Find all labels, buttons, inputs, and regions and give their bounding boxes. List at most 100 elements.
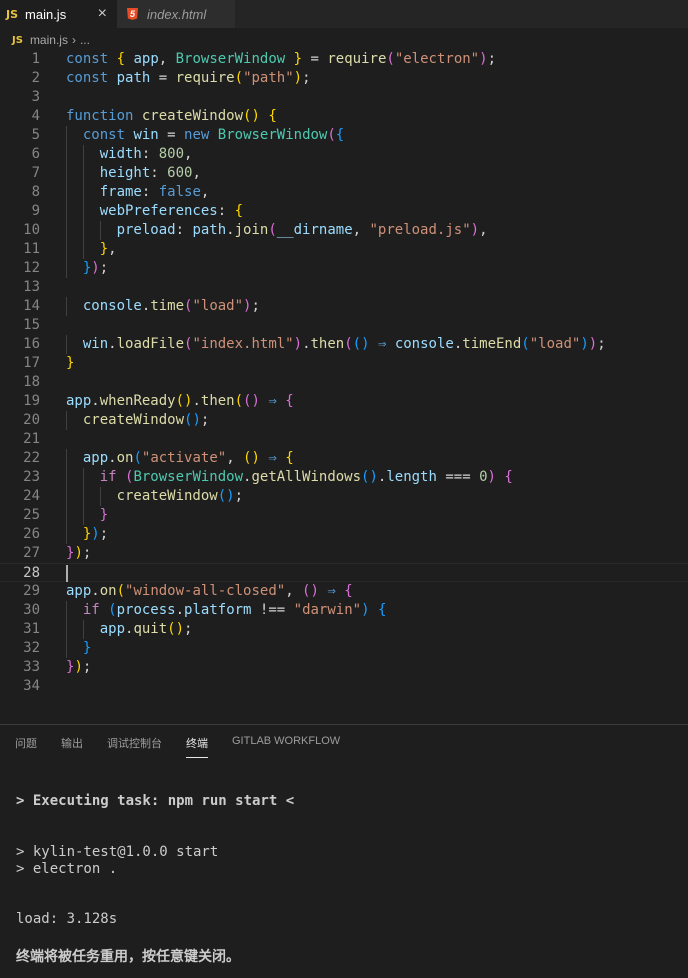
code-token: then <box>200 393 235 409</box>
editor-tab-bar: JS main.js × 5 index.html <box>0 0 688 28</box>
code-text: app.whenReady().then(() ⇒ { <box>66 392 294 411</box>
code-token: , <box>200 184 210 200</box>
code-token: ( <box>234 70 244 86</box>
tab-gitlab-workflow[interactable]: GITLAB WORKFLOW <box>232 735 340 758</box>
code-token: , <box>479 222 488 238</box>
line-number: 14 <box>23 298 40 314</box>
code-token: ) <box>487 469 496 485</box>
breadcrumb-file[interactable]: main.js <box>30 33 68 47</box>
code-line[interactable]: 33}); <box>0 658 688 677</box>
code-line[interactable]: 11 }, <box>0 240 688 259</box>
code-line[interactable]: 12 }); <box>0 259 688 278</box>
code-token: () <box>243 108 260 124</box>
close-icon[interactable]: × <box>98 6 107 22</box>
code-token: then <box>310 336 345 352</box>
code-token: { <box>234 203 244 219</box>
code-token: : <box>141 184 159 200</box>
code-token: () <box>243 393 260 409</box>
code-editor[interactable]: 1 const { app, BrowserWindow } = require(… <box>0 50 688 696</box>
tab-terminal[interactable]: 终端 <box>186 735 208 758</box>
code-text: frame: false, <box>66 183 210 202</box>
line-number: 15 <box>23 317 40 333</box>
tab-debug-console[interactable]: 调试控制台 <box>107 735 162 758</box>
code-line[interactable]: 19 app.whenReady().then(() ⇒ { <box>0 392 688 411</box>
code-line[interactable]: 14 console.time("load"); <box>0 297 688 316</box>
code-line[interactable]: 20 createWindow(); <box>0 411 688 430</box>
code-token: ⇒ <box>327 583 336 599</box>
code-token: console <box>82 298 142 314</box>
code-line[interactable]: 7 height: 600, <box>0 164 688 183</box>
code-line[interactable]: 24 createWindow(); <box>0 487 688 506</box>
code-line[interactable]: 2 const path = require("path"); <box>0 69 688 88</box>
code-line[interactable]: 34 <box>0 677 688 696</box>
code-token: ( <box>268 222 277 238</box>
line-number: 6 <box>31 146 40 162</box>
code-token: createWindow <box>82 412 185 428</box>
code-token: "preload.js" <box>369 222 471 238</box>
code-line[interactable]: 25 } <box>0 506 688 525</box>
code-line[interactable]: 13 <box>0 278 688 297</box>
line-number: 2 <box>31 70 40 86</box>
code-line[interactable]: 26 }); <box>0 525 688 544</box>
code-token: ) <box>74 545 83 561</box>
code-token: app <box>82 450 109 466</box>
code-line[interactable]: 16 win.loadFile("index.html").then(() ⇒ … <box>0 335 688 354</box>
code-line[interactable]: 31 app.quit(); <box>0 620 688 639</box>
code-token: ; <box>487 51 496 67</box>
code-token: { <box>116 51 126 67</box>
code-line[interactable]: 5 const win = new BrowserWindow({ <box>0 126 688 145</box>
breadcrumb-symbols[interactable]: ... <box>80 33 90 47</box>
code-line[interactable]: 32 } <box>0 639 688 658</box>
code-line[interactable]: 28 <box>0 563 688 582</box>
tab-label: index.html <box>147 6 207 22</box>
code-line[interactable]: 23 if (BrowserWindow.getAllWindows().len… <box>0 468 688 487</box>
code-line[interactable]: 9 webPreferences: { <box>0 202 688 221</box>
code-line[interactable]: 3 <box>0 88 688 107</box>
code-line[interactable]: 8 frame: false, <box>0 183 688 202</box>
code-line[interactable]: 4 function createWindow() { <box>0 107 688 126</box>
code-token: length <box>386 469 437 485</box>
code-text: preload: path.join(__dirname, "preload.j… <box>66 221 488 240</box>
code-token: require <box>175 70 235 86</box>
code-line[interactable]: 27}); <box>0 544 688 563</box>
tab-problems[interactable]: 问题 <box>15 735 37 758</box>
terminal-task-line: > Executing task: npm run start < <box>16 793 295 809</box>
code-line[interactable]: 29 app.on("window-all-closed", () ⇒ { <box>0 582 688 601</box>
code-token: preload <box>116 222 176 238</box>
code-token: time <box>150 298 185 314</box>
code-token: ) <box>470 222 480 238</box>
tab-index-html[interactable]: 5 index.html <box>117 0 235 28</box>
tab-main-js[interactable]: JS main.js × <box>0 0 117 28</box>
code-line[interactable]: 22 app.on("activate", () ⇒ { <box>0 449 688 468</box>
code-line[interactable]: 17} <box>0 354 688 373</box>
code-text: const path = require("path"); <box>66 69 311 88</box>
code-line[interactable]: 30 if (process.platform !== "darwin") { <box>0 601 688 620</box>
code-line[interactable]: 10 preload: path.join(__dirname, "preloa… <box>0 221 688 240</box>
code-line[interactable]: 1 const { app, BrowserWindow } = require(… <box>0 50 688 69</box>
code-token: ; <box>82 545 92 561</box>
code-line[interactable]: 6 width: 800, <box>0 145 688 164</box>
code-token: webPreferences <box>99 203 218 219</box>
tab-output[interactable]: 输出 <box>61 735 83 758</box>
code-line[interactable]: 18 <box>0 373 688 392</box>
line-number: 29 <box>23 583 40 599</box>
text-cursor <box>66 565 68 582</box>
code-token: ; <box>184 621 193 637</box>
code-token: BrowserWindow <box>133 469 244 485</box>
code-text: } <box>66 506 108 525</box>
terminal-reuse-message: 终端将被任务重用，按任意键关闭。 <box>16 949 240 965</box>
code-token: createWindow <box>116 488 218 504</box>
line-number: 12 <box>23 260 40 276</box>
code-line[interactable]: 15 <box>0 316 688 335</box>
code-line[interactable]: 21 <box>0 430 688 449</box>
terminal-output-line: > kylin-test@1.0.0 start <box>16 844 219 860</box>
code-token: ) <box>479 51 488 67</box>
line-number: 20 <box>23 412 40 428</box>
